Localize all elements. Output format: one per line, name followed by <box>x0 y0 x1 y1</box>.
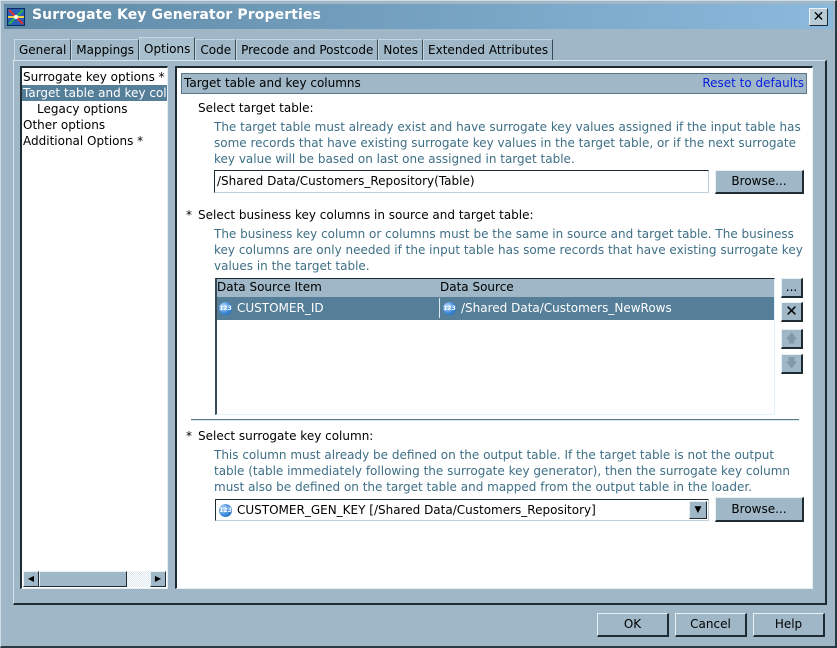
tab-code[interactable]: Code <box>195 39 237 60</box>
cell-data-source-item: 123 CUSTOMER_ID <box>219 301 324 315</box>
table-row[interactable]: 123 CUSTOMER_ID 123 /Shared Data/Custome… <box>217 297 774 320</box>
options-content-pane: Target table and key columns Reset to de… <box>175 66 813 589</box>
dropdown-arrow-icon[interactable]: ▼ <box>689 501 707 519</box>
tab-mappings[interactable]: Mappings <box>71 39 140 60</box>
column-separator <box>439 298 440 318</box>
cell-data-source: 123 /Shared Data/Customers_NewRows <box>443 301 672 315</box>
target-table-browse-button[interactable]: Browse... <box>715 170 804 194</box>
title-bar[interactable]: Surrogate Key Generator Properties ✕ <box>4 4 833 29</box>
surrogate-key-label: Select surrogate key column: <box>198 429 374 443</box>
close-icon: ✕ <box>812 9 825 25</box>
numeric-column-icon: 123 <box>219 301 232 315</box>
scrollbar-thumb[interactable] <box>39 571 127 587</box>
surrogate-key-description: This column must already be defined on t… <box>214 448 791 494</box>
tab-bar: General Mappings Options Code Precode an… <box>14 37 554 61</box>
properties-dialog: Surrogate Key Generator Properties ✕ Gen… <box>0 0 837 648</box>
column-header-data-source-item[interactable]: Data Source Item <box>217 280 322 294</box>
scrollbar-track[interactable] <box>127 571 150 587</box>
tab-extended-attributes[interactable]: Extended Attributes <box>423 39 554 60</box>
ellipsis-icon: ... <box>785 280 798 294</box>
cell-item-text: CUSTOMER_ID <box>237 301 324 315</box>
business-keys-required-marker: * <box>186 208 192 222</box>
scroll-left-button[interactable]: ◀ <box>23 571 39 587</box>
surrogate-key-value-text: CUSTOMER_GEN_KEY [/Shared Data/Customers… <box>237 503 596 517</box>
column-header-data-source[interactable]: Data Source <box>440 280 514 294</box>
move-down-button[interactable]: 🡇 <box>781 354 803 374</box>
delete-x-icon: ✕ <box>785 302 798 320</box>
add-columns-button[interactable]: ... <box>781 278 803 298</box>
app-icon <box>7 8 25 26</box>
section-header: Target table and key columns Reset to de… <box>181 73 807 94</box>
business-keys-label: Select business key columns in source an… <box>198 208 534 222</box>
business-keys-table: Data Source Item Data Source 123 CUSTOME… <box>215 278 775 415</box>
scroll-right-button[interactable]: ▶ <box>150 571 166 587</box>
section-title: Target table and key columns <box>184 76 361 90</box>
tab-general[interactable]: General <box>14 39 72 60</box>
target-table-field[interactable]: /Shared Data/Customers_Repository(Table) <box>214 170 709 193</box>
tab-options[interactable]: Options <box>139 37 196 61</box>
cell-source-text: /Shared Data/Customers_NewRows <box>461 301 672 315</box>
nav-item-target-table-key-columns[interactable]: Target table and key columns <box>22 85 167 101</box>
arrow-up-icon: 🡅 <box>785 331 798 345</box>
options-navigation-list: Surrogate key options * Target table and… <box>20 66 168 589</box>
close-button[interactable]: ✕ <box>809 8 828 26</box>
nav-item-additional-options[interactable]: Additional Options * <box>22 133 167 149</box>
numeric-column-icon: 123 <box>219 503 232 517</box>
tab-precode-postcode[interactable]: Precode and Postcode <box>236 39 379 60</box>
nav-item-surrogate-key-options[interactable]: Surrogate key options * <box>22 69 167 85</box>
arrow-right-icon: ▶ <box>154 574 162 583</box>
target-table-label: Select target table: <box>198 101 314 115</box>
delete-column-button[interactable]: ✕ <box>781 302 803 322</box>
surrogate-key-selected-value: 123 CUSTOMER_GEN_KEY [/Shared Data/Custo… <box>219 503 596 517</box>
section-divider <box>191 419 799 421</box>
surrogate-key-dropdown[interactable]: 123 CUSTOMER_GEN_KEY [/Shared Data/Custo… <box>215 499 709 521</box>
tab-notes[interactable]: Notes <box>378 39 424 60</box>
table-header: Data Source Item Data Source <box>217 279 774 297</box>
ok-button[interactable]: OK <box>597 613 669 637</box>
business-keys-description: The business key column or columns must … <box>214 227 803 273</box>
cancel-button[interactable]: Cancel <box>675 613 747 637</box>
move-up-button[interactable]: 🡅 <box>781 329 803 349</box>
reset-to-defaults-link[interactable]: Reset to defaults <box>702 76 804 90</box>
numeric-column-icon: 123 <box>443 301 456 315</box>
window-title: Surrogate Key Generator Properties <box>32 7 321 23</box>
help-button[interactable]: Help <box>753 613 825 637</box>
arrow-down-icon: 🡇 <box>785 356 798 370</box>
arrow-left-icon: ◀ <box>27 574 35 583</box>
nav-item-other-options[interactable]: Other options <box>22 117 167 133</box>
surrogate-key-browse-button[interactable]: Browse... <box>715 497 804 522</box>
nav-horizontal-scrollbar[interactable]: ◀ ▶ <box>23 571 166 587</box>
surrogate-key-required-marker: * <box>186 429 192 443</box>
nav-item-legacy-options[interactable]: Legacy options <box>22 101 167 117</box>
target-table-description: The target table must already exist and … <box>214 120 801 166</box>
